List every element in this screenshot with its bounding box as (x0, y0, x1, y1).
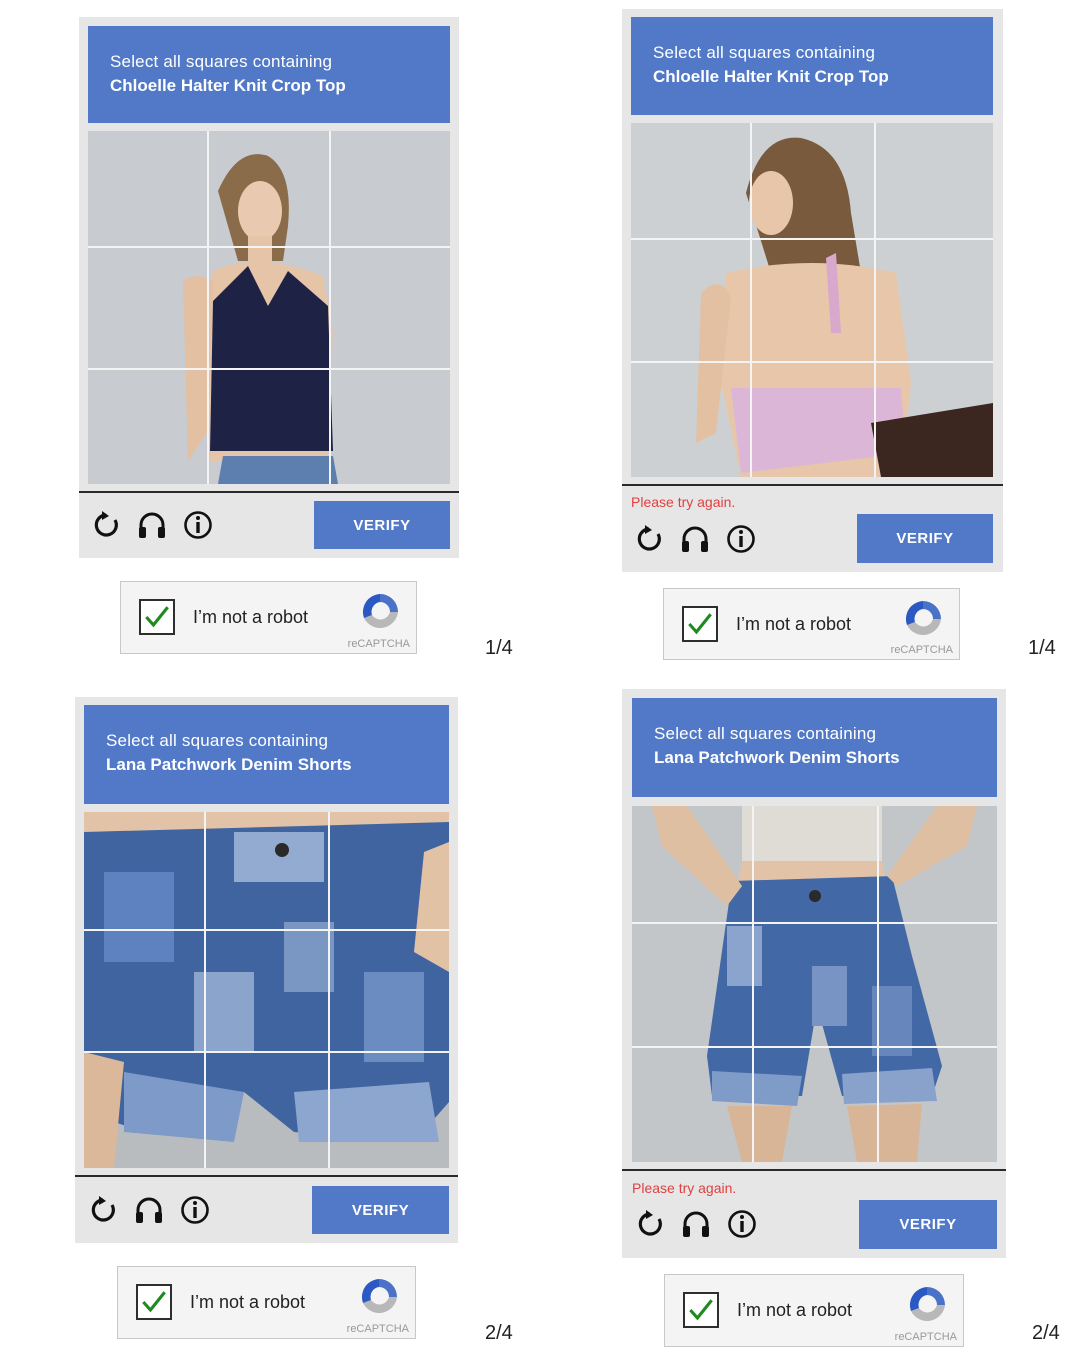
recaptcha-logo-icon (358, 590, 402, 634)
recaptcha-checkbox-widget: I’m not a robot reCAPTCHA (663, 588, 960, 660)
robot-checkbox[interactable] (139, 599, 175, 635)
recaptcha-checkbox-widget: I’m not a robot reCAPTCHA (117, 1266, 416, 1339)
prompt-text: Select all squares containing (653, 43, 876, 62)
step-counter: 2/4 (485, 1322, 513, 1344)
target-item: Lana Patchwork Denim Shorts (106, 755, 352, 774)
captcha-header: Select all squares containing Lana Patch… (632, 698, 997, 797)
prompt-text: Select all squares containing (106, 731, 329, 750)
robot-label: I’m not a robot (193, 607, 309, 627)
divider (79, 491, 459, 493)
step-counter: 1/4 (485, 637, 513, 659)
robot-checkbox[interactable] (682, 606, 718, 642)
denim-shorts-photo (632, 806, 997, 1162)
headphones-icon[interactable] (136, 509, 168, 541)
prompt-text: Select all squares containing (110, 52, 333, 71)
divider (622, 1169, 1006, 1171)
recaptcha-logo-icon (905, 1283, 949, 1327)
headphones-icon[interactable] (680, 1208, 712, 1240)
image-grid[interactable] (632, 806, 997, 1162)
step-counter: 2/4 (1032, 1322, 1060, 1344)
error-message: Please try again. (632, 1180, 737, 1196)
step-counter: 1/4 (1028, 637, 1056, 659)
model-photo (88, 131, 450, 484)
error-message: Please try again. (631, 494, 736, 510)
denim-shorts-photo (84, 812, 449, 1168)
info-icon[interactable] (182, 509, 214, 541)
divider (75, 1175, 458, 1177)
recaptcha-logo-icon (357, 1275, 401, 1319)
recaptcha-checkbox-widget: I’m not a robot reCAPTCHA (120, 581, 417, 654)
headphones-icon[interactable] (679, 523, 711, 555)
recaptcha-brand: reCAPTCHA (894, 1331, 957, 1343)
target-item: Lana Patchwork Denim Shorts (654, 748, 900, 767)
reload-icon[interactable] (634, 1208, 666, 1240)
reload-icon[interactable] (633, 523, 665, 555)
recaptcha-logo-icon (901, 597, 945, 641)
image-grid[interactable] (84, 812, 449, 1168)
recaptcha-checkbox-widget: I’m not a robot reCAPTCHA (664, 1274, 964, 1347)
recaptcha-brand: reCAPTCHA (890, 644, 953, 656)
verify-button[interactable]: VERIFY (314, 501, 450, 549)
model-photo (631, 123, 993, 477)
captcha-header: Select all squares containing Chloelle H… (631, 17, 993, 115)
verify-button[interactable]: VERIFY (859, 1200, 997, 1249)
prompt-text: Select all squares containing (654, 724, 877, 743)
robot-label: I’m not a robot (736, 614, 852, 634)
info-icon[interactable] (725, 523, 757, 555)
captcha-header: Select all squares containing Chloelle H… (88, 26, 450, 123)
divider (622, 484, 1003, 486)
verify-button[interactable]: VERIFY (312, 1186, 449, 1234)
robot-label: I’m not a robot (737, 1300, 853, 1320)
robot-checkbox[interactable] (683, 1292, 719, 1328)
captcha-header: Select all squares containing Lana Patch… (84, 705, 449, 804)
robot-checkbox[interactable] (136, 1284, 172, 1320)
headphones-icon[interactable] (133, 1194, 165, 1226)
recaptcha-brand: reCAPTCHA (346, 1323, 409, 1335)
recaptcha-brand: reCAPTCHA (347, 638, 410, 650)
info-icon[interactable] (726, 1208, 758, 1240)
image-grid[interactable] (88, 131, 450, 484)
target-item: Chloelle Halter Knit Crop Top (653, 67, 889, 86)
verify-button[interactable]: VERIFY (857, 514, 993, 563)
info-icon[interactable] (179, 1194, 211, 1226)
reload-icon[interactable] (87, 1194, 119, 1226)
image-grid[interactable] (631, 123, 993, 477)
robot-label: I’m not a robot (190, 1292, 306, 1312)
reload-icon[interactable] (90, 509, 122, 541)
target-item: Chloelle Halter Knit Crop Top (110, 76, 346, 95)
